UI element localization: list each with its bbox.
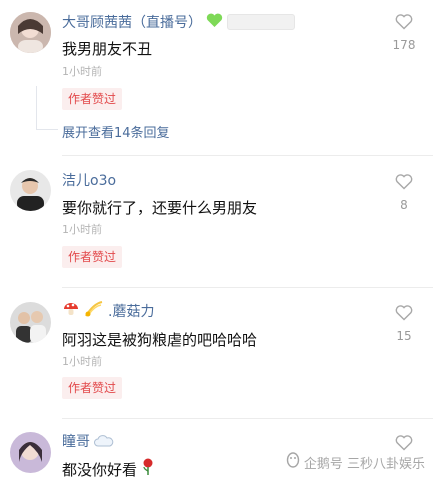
comment-text-row: 都没你好看 — [62, 458, 155, 480]
comment-text: 阿羽这是被狗粮虐的吧哈哈哈 — [62, 331, 258, 349]
like-count: 178 — [392, 38, 416, 52]
avatar[interactable] — [10, 432, 51, 473]
username[interactable]: .蘑菇力 — [108, 301, 154, 321]
like-button[interactable]: 178 — [389, 14, 419, 52]
heart-outline-icon — [395, 305, 413, 321]
like-button[interactable]: 8 — [389, 174, 419, 212]
comment-3: .蘑菇力 阿羽这是被狗粮虐的吧哈哈哈 1小时前 作者赞过 15 — [0, 292, 433, 420]
blurred-tag — [227, 14, 295, 30]
username-row: .蘑菇力 — [62, 301, 154, 321]
heart-outline-icon — [395, 435, 413, 451]
comment-2: 洁儿o3o 要你就行了，还要什么男朋友 1小时前 作者赞过 8 — [0, 160, 433, 290]
comment-1: 大哥顾茜茜（直播号） 我男朋友不丑 1小时前 作者赞过 展开查看14条回复 17… — [0, 0, 433, 150]
username[interactable]: 洁儿o3o — [62, 170, 116, 190]
author-liked-badge: 作者赞过 — [62, 377, 123, 399]
penguin-logo-icon — [286, 452, 300, 472]
green-heart-icon — [206, 13, 223, 32]
rose-icon — [141, 458, 155, 480]
divider — [62, 155, 433, 156]
thread-line — [36, 86, 37, 130]
comet-icon — [84, 300, 104, 322]
like-button[interactable]: 15 — [389, 305, 419, 343]
username-row: 洁儿o3o — [62, 170, 116, 190]
heart-outline-icon — [395, 14, 413, 30]
comment-text: 都没你好看 — [62, 460, 138, 479]
username[interactable]: 大哥顾茜茜（直播号） — [62, 12, 202, 32]
username[interactable]: 瞳哥 — [62, 431, 90, 451]
like-count: 15 — [396, 329, 412, 343]
username-row: 大哥顾茜茜（直播号） — [62, 12, 295, 32]
comment-time: 1小时前 — [62, 355, 102, 368]
cloud-icon — [94, 432, 114, 451]
comment-time: 1小时前 — [62, 223, 102, 236]
heart-outline-icon — [395, 174, 413, 190]
expand-replies-link[interactable]: 展开查看14条回复 — [62, 122, 170, 141]
comment-text: 我男朋友不丑 — [62, 40, 153, 58]
watermark-text: 企鹅号 三秒八卦娱乐 — [303, 456, 425, 472]
thread-line — [36, 129, 58, 130]
divider — [62, 287, 433, 288]
divider — [62, 418, 433, 419]
username-row: 瞳哥 — [62, 431, 114, 451]
avatar[interactable] — [10, 12, 51, 53]
avatar[interactable] — [10, 302, 51, 343]
comment-time: 1小时前 — [62, 65, 102, 78]
mushroom-icon — [62, 300, 80, 322]
author-liked-badge: 作者赞过 — [62, 246, 123, 268]
watermark: 企鹅号 三秒八卦娱乐 — [286, 452, 425, 472]
avatar[interactable] — [10, 170, 51, 211]
comment-text: 要你就行了，还要什么男朋友 — [62, 199, 258, 217]
like-count: 8 — [400, 198, 408, 212]
author-liked-badge: 作者赞过 — [62, 88, 123, 110]
